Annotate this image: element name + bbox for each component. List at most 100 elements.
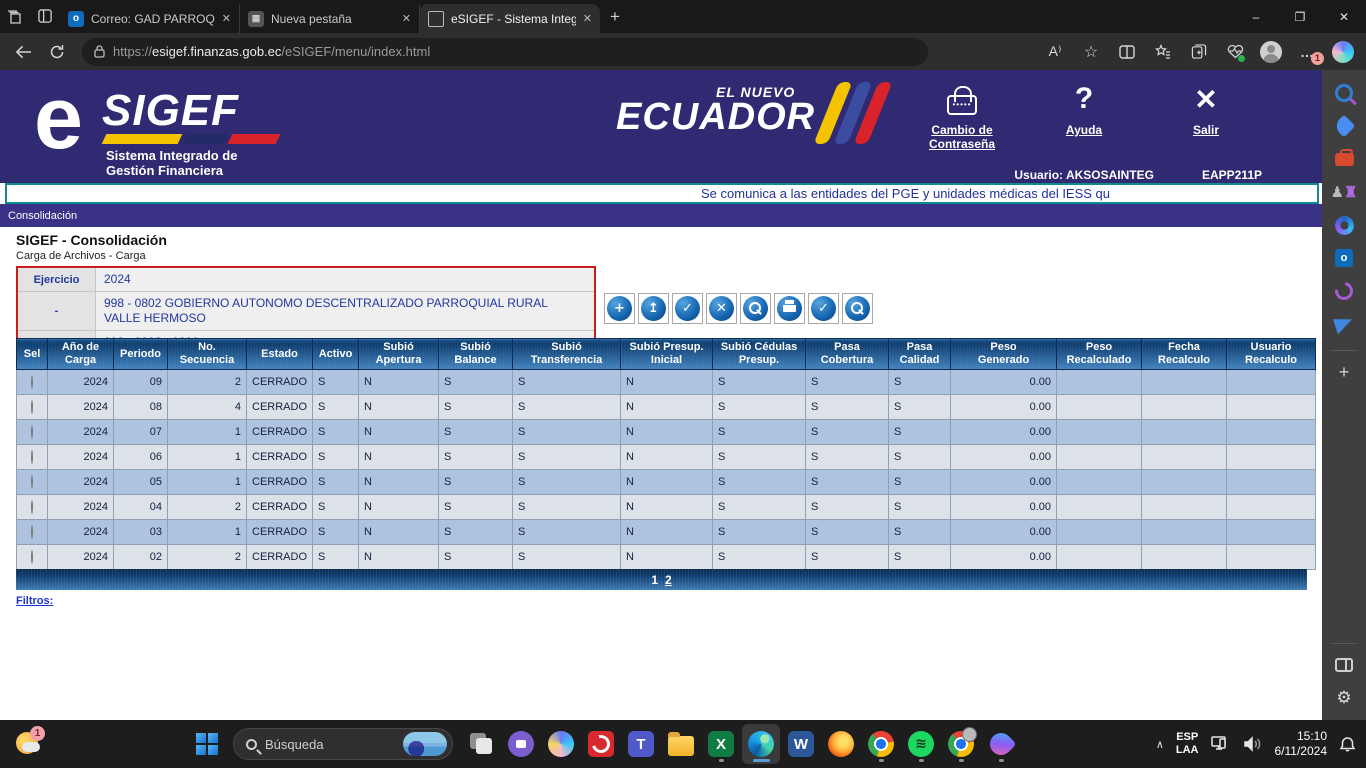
eliminar-button[interactable]: ✕ [706, 293, 737, 324]
sidebar-games-icon[interactable]: ♟♜ [1333, 181, 1355, 203]
logo-stripes [104, 134, 282, 144]
minimize-button[interactable]: – [1234, 0, 1278, 33]
taskbar-app-chrome[interactable] [862, 724, 900, 764]
taskbar-app-excel[interactable]: X [702, 724, 740, 764]
back-button[interactable] [8, 38, 38, 66]
browser-tab[interactable]: Nueva pestaña✕ [240, 4, 420, 33]
taskbar-app-firefox[interactable] [822, 724, 860, 764]
taskbar-app-chat[interactable] [502, 724, 540, 764]
page-1[interactable]: 1 [651, 573, 658, 587]
table-cell [1057, 545, 1142, 570]
copilot-icon[interactable] [1328, 38, 1358, 66]
subir-archivo-button[interactable]: ↥ [638, 293, 669, 324]
maximize-button[interactable]: ❐ [1278, 0, 1322, 33]
browser-tab[interactable]: eSIGEF - Sistema Integrado de G✕ [420, 4, 600, 33]
read-aloud-icon[interactable]: A⁾ [1040, 38, 1070, 66]
sidebar-microsoft-365-icon[interactable] [1333, 214, 1355, 236]
running-indicator [719, 759, 724, 762]
row-select-radio[interactable] [31, 400, 33, 414]
table-cell: 09 [114, 370, 168, 395]
row-select-radio[interactable] [31, 525, 33, 539]
taskbar-app-copilot[interactable] [542, 724, 580, 764]
page-title: SIGEF - Consolidación [16, 232, 167, 248]
table-row: 2024051CERRADOSNSSNSSS0.00 [17, 470, 1316, 495]
row-select-radio[interactable] [31, 550, 33, 564]
tray-chevron-icon[interactable]: ∧ [1156, 738, 1164, 751]
close-window-button[interactable]: ✕ [1322, 0, 1366, 33]
split-screen-icon[interactable] [1112, 38, 1142, 66]
favorites-star-icon[interactable]: ☆ [1076, 38, 1106, 66]
speaker-icon[interactable] [1243, 736, 1263, 752]
imprimir-button[interactable] [774, 293, 805, 324]
weather-widget[interactable]: 1 [16, 730, 50, 758]
add-to-collection-icon[interactable] [1184, 38, 1214, 66]
browser-essentials-icon[interactable] [1220, 38, 1250, 66]
header-action-ayuda[interactable]: ?Ayuda [1038, 78, 1130, 151]
tab-close-icon[interactable]: ✕ [402, 12, 411, 25]
new-tab-button[interactable]: + [610, 7, 620, 27]
tab-close-icon[interactable]: ✕ [583, 12, 592, 25]
profile-avatar[interactable] [1256, 38, 1286, 66]
consultar-button[interactable] [740, 293, 771, 324]
menu-item-consolidacion[interactable]: Consolidación [8, 210, 77, 222]
taskbar-app-word[interactable]: W [782, 724, 820, 764]
url-bar[interactable]: https://esigef.finanzas.gob.ec/eSIGEF/me… [82, 38, 928, 66]
sidebar-toggle-icon[interactable] [1333, 654, 1355, 676]
table-cell: 0.00 [951, 520, 1057, 545]
taskbar-app-spotify[interactable]: ≋ [902, 724, 940, 764]
notifications-bell-icon[interactable] [1339, 736, 1356, 753]
sidebar-search-icon[interactable] [1333, 82, 1355, 104]
actions-toolbar: +↥✓✕✓ [604, 293, 873, 324]
table-cell [1142, 545, 1227, 570]
sidebar-outlook-icon[interactable]: o [1333, 247, 1355, 269]
column-header: Estado [247, 339, 313, 370]
table-cell [1227, 520, 1316, 545]
table-cell: S [806, 420, 889, 445]
settings-more-icon[interactable]: … 1 [1292, 38, 1322, 66]
collections-icon[interactable] [1148, 38, 1178, 66]
sidebar-tools-icon[interactable] [1333, 148, 1355, 170]
sidebar-add-icon[interactable]: + [1333, 361, 1355, 383]
table-cell: 2024 [48, 395, 114, 420]
workspaces-icon[interactable] [0, 5, 30, 29]
row-select-radio[interactable] [31, 450, 33, 464]
taskbar-app-file-explorer[interactable] [662, 724, 700, 764]
table-cell: 0.00 [951, 495, 1057, 520]
page-2-link[interactable]: 2 [665, 573, 672, 587]
taskbar-app-teams[interactable]: T [622, 724, 660, 764]
row-select-radio[interactable] [31, 475, 33, 489]
sidebar-designer-icon[interactable] [1333, 280, 1355, 302]
tab-actions-icon[interactable] [30, 5, 60, 29]
taskbar-app-task-view[interactable] [462, 724, 500, 764]
taskbar-app-pdf-reader[interactable] [582, 724, 620, 764]
table-cell: N [359, 495, 439, 520]
crear-button[interactable]: + [604, 293, 635, 324]
language-indicator[interactable]: ESPLAA [1176, 731, 1199, 757]
network-icon[interactable] [1211, 735, 1231, 753]
sidebar-settings-icon[interactable]: ⚙ [1333, 687, 1355, 709]
taskbar-search[interactable]: Búsqueda [233, 728, 453, 760]
sidebar-shopping-icon[interactable] [1333, 115, 1355, 137]
tab-close-icon[interactable]: ✕ [222, 12, 231, 25]
toolbar-right-icons: A⁾ ☆ … 1 [1040, 38, 1358, 66]
taskbar-app-chrome-profile[interactable] [942, 724, 980, 764]
header-action-cambio-contrasena[interactable]: Cambio de Contraseña [916, 78, 1008, 151]
taskbar-app-paint-drop[interactable] [982, 724, 1020, 764]
column-header: Pasa Cobertura [806, 339, 889, 370]
row-select-radio[interactable] [31, 375, 33, 389]
validar-button[interactable]: ✓ [672, 293, 703, 324]
sidebar-drop-icon[interactable] [1333, 313, 1355, 335]
row-select-radio[interactable] [31, 425, 33, 439]
table-cell [1057, 395, 1142, 420]
header-action-salir[interactable]: ✕Salir [1160, 78, 1252, 151]
table-cell-select [17, 495, 48, 520]
clock[interactable]: 15:106/11/2024 [1275, 729, 1328, 759]
filters-link[interactable]: Filtros: [16, 595, 53, 607]
recargar-consulta-button[interactable] [842, 293, 873, 324]
refresh-button[interactable] [42, 38, 72, 66]
browser-tab[interactable]: Correo: GAD PARROQUIAL VALLE✕ [60, 4, 240, 33]
row-select-radio[interactable] [31, 500, 33, 514]
aprobar-button[interactable]: ✓ [808, 293, 839, 324]
taskbar-app-edge[interactable] [742, 724, 780, 764]
start-button[interactable] [190, 727, 224, 761]
